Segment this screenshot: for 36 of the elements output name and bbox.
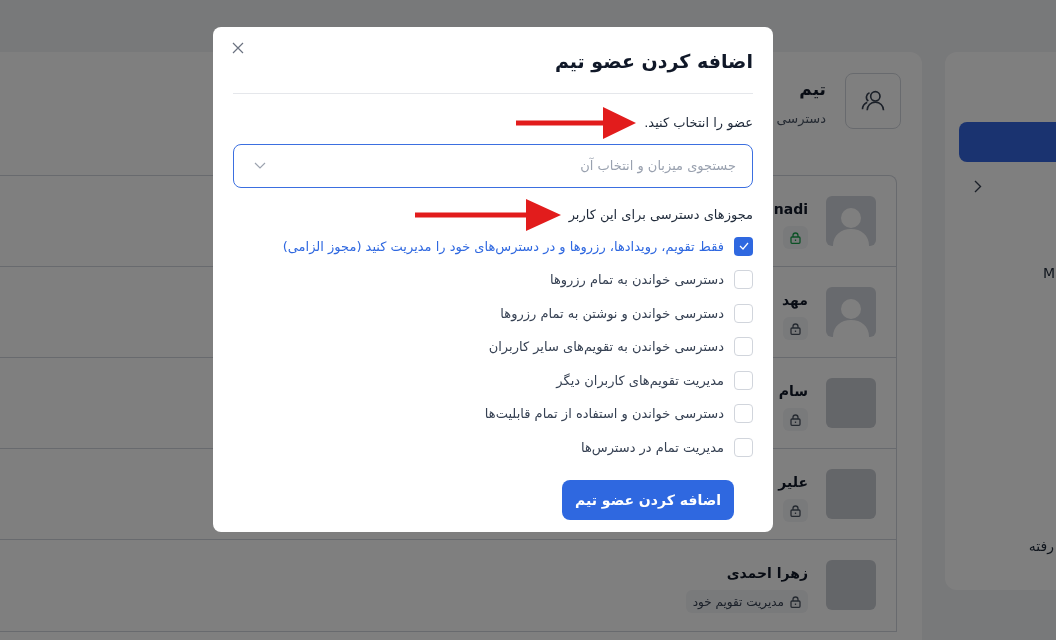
checkbox[interactable] — [734, 270, 753, 290]
side-label: رفته — [1028, 537, 1054, 557]
permission-label[interactable]: دسترسی خواندن و نوشتن به تمام رزروها — [500, 303, 724, 323]
chevron-down-icon — [254, 162, 266, 169]
member-name: سام — [778, 382, 808, 401]
close-icon[interactable] — [232, 42, 244, 54]
permission-label[interactable]: دسترسی خواندن به تقویم‌های سایر کاربران — [488, 337, 724, 357]
member-name: مهد — [782, 291, 808, 311]
checkbox[interactable] — [734, 303, 753, 323]
checkbox[interactable] — [734, 236, 753, 256]
permission-label[interactable]: مدیریت تقویم‌های کاربران دیگر — [556, 370, 724, 390]
permission-label[interactable]: دسترسی خواندن و استفاده از تمام قابلیت‌ها — [484, 404, 724, 424]
badge-text: مدیریت تقویم خود — [692, 593, 784, 611]
permission-label[interactable]: مدیریت تمام در دسترس‌ها — [580, 437, 724, 457]
member-name: nadi — [773, 200, 808, 219]
team-title: تیم — [799, 78, 826, 101]
pointer-arrow-icon — [516, 105, 637, 140]
team-icon — [845, 73, 901, 129]
checkbox[interactable] — [734, 337, 753, 357]
dialog-title: اضافه کردن عضو تیم — [554, 49, 753, 75]
permission-label[interactable]: دسترسی خواندن به تمام رزروها — [549, 270, 724, 290]
permission-label[interactable]: فقط تقویم، رویدادها، رزروها و در دسترس‌های خود را مدیریت کنید (مجوز الزامی) — [282, 236, 724, 256]
pointer-arrow-icon — [414, 197, 561, 232]
side-text: M — [1043, 264, 1056, 283]
checkmark-icon — [738, 242, 749, 251]
team-subtitle: دسترسی — [776, 109, 826, 128]
checkbox[interactable] — [734, 370, 753, 390]
permissions-label: مجوزهای دسترسی برای این کاربر — [568, 205, 753, 225]
member-name: زهرا احمدی — [726, 564, 808, 584]
checkbox[interactable] — [734, 437, 753, 457]
primary-bar[interactable] — [959, 122, 1056, 162]
chevron-right-icon[interactable] — [974, 180, 982, 193]
member-label: عضو را انتخاب کنید. — [644, 113, 753, 133]
member-name: علیر — [778, 473, 808, 493]
add-member-button[interactable]: اضافه کردن عضو تیم — [562, 480, 734, 520]
checkbox[interactable] — [734, 404, 753, 424]
